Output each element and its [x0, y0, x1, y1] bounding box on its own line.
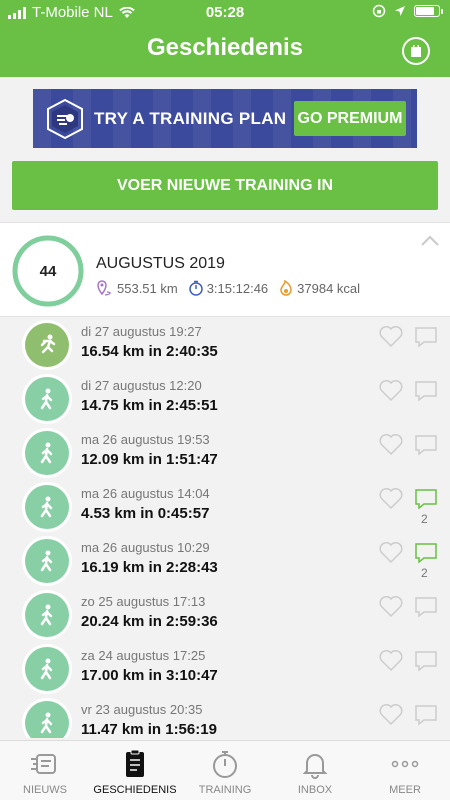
training-date: ma 26 augustus 10:29	[81, 540, 210, 555]
training-summary: 11.47 km in 1:56:19	[81, 721, 217, 738]
banner-text: TRY A TRAINING PLAN	[94, 109, 287, 128]
training-row[interactable]: di 27 augustus 19:27 16.54 km in 2:40:35	[0, 318, 450, 372]
comment-icon[interactable]	[414, 704, 438, 726]
orientation-lock-icon	[372, 4, 386, 18]
training-count: 44	[39, 262, 57, 280]
training-plan-icon	[47, 98, 83, 140]
app-header: T-Mobile NL 05:28 Geschiedenis	[0, 0, 450, 77]
calories-icon	[280, 280, 292, 296]
tab-label: GESCHIEDENIS	[93, 784, 177, 796]
premium-banner[interactable]: TRY A TRAINING PLAN GO PREMIUM	[33, 89, 417, 148]
location-icon	[395, 6, 405, 16]
month-name: AUGUSTUS 2019	[96, 255, 225, 272]
heart-icon[interactable]	[378, 486, 404, 510]
tab-label: TRAINING	[198, 784, 252, 796]
status-bar: T-Mobile NL 05:28	[0, 0, 450, 24]
stopwatch-icon	[188, 280, 203, 296]
month-distance: 553.51 km	[117, 280, 178, 296]
more-icon	[391, 760, 419, 768]
training-row[interactable]: ma 26 augustus 10:29 16.19 km in 2:28:43…	[0, 534, 450, 588]
training-summary: 4.53 km in 0:45:57	[81, 505, 210, 522]
comment-icon[interactable]	[414, 596, 438, 618]
month-summary[interactable]: 44 AUGUSTUS 2019 553.51 km 3:15:12:46 37…	[0, 222, 450, 317]
month-calories: 37984 kcal	[297, 280, 361, 296]
tab-geschiedenis[interactable]: GESCHIEDENIS	[90, 741, 180, 800]
training-count-ring: 44	[12, 235, 84, 307]
training-summary: 17.00 km in 3:10:47	[81, 667, 218, 684]
heart-icon[interactable]	[378, 702, 404, 726]
new-training-button[interactable]: VOER NIEUWE TRAINING IN	[12, 161, 438, 210]
tab-meer[interactable]: MEER	[360, 741, 450, 800]
chevron-up-icon[interactable]	[420, 235, 440, 247]
training-list: di 27 augustus 19:27 16.54 km in 2:40:35…	[0, 318, 450, 738]
walk-icon	[25, 377, 69, 421]
walk-icon	[25, 593, 69, 637]
training-date: zo 25 augustus 17:13	[81, 594, 206, 609]
tab-label: INBOX	[297, 784, 333, 796]
run-icon	[25, 323, 69, 367]
training-summary: 20.24 km in 2:59:36	[81, 613, 218, 630]
training-row[interactable]: vr 23 augustus 20:35 11.47 km in 1:56:19	[0, 696, 450, 738]
training-row[interactable]: za 24 augustus 17:25 17.00 km in 3:10:47	[0, 642, 450, 696]
training-row[interactable]: zo 25 augustus 17:13 20.24 km in 2:59:36	[0, 588, 450, 642]
battery-icon	[414, 5, 443, 17]
walk-icon	[25, 431, 69, 475]
walk-icon	[25, 647, 69, 691]
stopwatch-icon	[213, 751, 237, 778]
go-premium-button[interactable]: GO PREMIUM	[294, 101, 406, 136]
heart-icon[interactable]	[378, 432, 404, 456]
training-date: ma 26 augustus 14:04	[81, 486, 210, 501]
heart-icon[interactable]	[378, 378, 404, 402]
news-icon	[31, 754, 56, 774]
month-duration: 3:15:12:46	[206, 280, 269, 296]
comment-icon[interactable]	[414, 650, 438, 672]
training-date: za 24 augustus 17:25	[81, 648, 206, 663]
training-summary: 12.09 km in 1:51:47	[81, 451, 218, 468]
page-title: Geschiedenis	[146, 34, 304, 61]
bell-icon	[302, 754, 328, 779]
training-date: di 27 augustus 19:27	[81, 324, 202, 339]
heart-icon[interactable]	[378, 324, 404, 348]
walk-icon	[25, 485, 69, 529]
training-row[interactable]: ma 26 augustus 19:53 12.09 km in 1:51:47	[0, 426, 450, 480]
heart-icon[interactable]	[378, 648, 404, 672]
walk-icon	[25, 539, 69, 583]
training-summary: 16.54 km in 2:40:35	[81, 343, 218, 360]
comment-icon[interactable]	[414, 488, 438, 510]
training-row[interactable]: di 27 augustus 12:20 14.75 km in 2:45:51	[0, 372, 450, 426]
tab-bar: NIEUWS GESCHIEDENIS TRAINING INBOX MEER	[0, 740, 450, 800]
tab-nieuws[interactable]: NIEUWS	[0, 741, 90, 800]
calendar-button[interactable]	[402, 37, 430, 65]
tab-inbox[interactable]: INBOX	[270, 741, 360, 800]
heart-icon[interactable]	[378, 594, 404, 618]
comment-icon[interactable]	[414, 434, 438, 456]
tab-label: MEER	[389, 784, 421, 796]
tab-label: NIEUWS	[23, 784, 67, 796]
heart-icon[interactable]	[378, 540, 404, 564]
comment-count: 2	[421, 566, 428, 580]
distance-icon	[97, 280, 111, 296]
comment-icon[interactable]	[414, 380, 438, 402]
tab-training[interactable]: TRAINING	[180, 741, 270, 800]
comment-count: 2	[421, 512, 428, 526]
comment-icon[interactable]	[414, 326, 438, 348]
training-summary: 14.75 km in 2:45:51	[81, 397, 218, 414]
clipboard-icon	[126, 749, 144, 777]
training-summary: 16.19 km in 2:28:43	[81, 559, 218, 576]
training-date: vr 23 augustus 20:35	[81, 702, 203, 717]
training-row[interactable]: ma 26 augustus 14:04 4.53 km in 0:45:57 …	[0, 480, 450, 534]
calendar-icon	[411, 44, 421, 57]
training-date: di 27 augustus 12:20	[81, 378, 202, 393]
training-date: ma 26 augustus 19:53	[81, 432, 210, 447]
comment-icon[interactable]	[414, 542, 438, 564]
walk-icon	[25, 701, 69, 738]
